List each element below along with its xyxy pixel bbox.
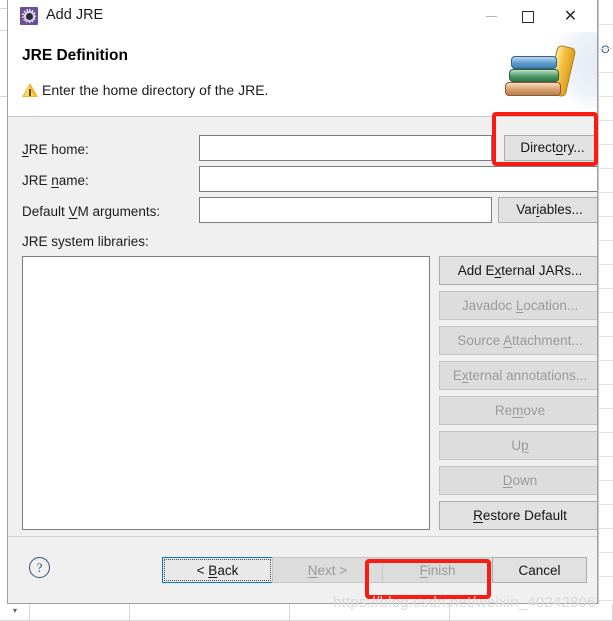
cancel-button[interactable]: Cancel xyxy=(492,557,587,583)
maximize-icon xyxy=(522,11,534,23)
jre-home-label: JRE home: xyxy=(22,142,89,157)
close-button[interactable]: ✕ xyxy=(551,0,596,31)
next-button[interactable]: Next > xyxy=(272,557,383,583)
dialog-titlebar: Add JRE ✕ xyxy=(8,0,597,32)
help-button[interactable]: ? xyxy=(29,557,50,578)
directory-button[interactable]: Directory... xyxy=(504,135,597,161)
background-window-bottom: ▾ xyxy=(0,604,613,621)
dialog-body: JRE home: Directory... JRE name: Default… xyxy=(8,117,597,536)
window-title: Add JRE xyxy=(46,7,104,23)
jre-name-input[interactable] xyxy=(199,166,597,192)
finish-button[interactable]: Finish xyxy=(382,557,493,583)
javadoc-location-button[interactable]: Javadoc Location... xyxy=(439,291,597,320)
page-title: JRE Definition xyxy=(22,47,128,64)
background-glyph: O xyxy=(601,44,610,56)
up-button[interactable]: Up xyxy=(439,431,597,460)
background-window-right: O xyxy=(598,0,613,621)
vm-arguments-label: Default VM arguments: xyxy=(22,204,161,219)
warning-triangle-icon xyxy=(22,83,38,98)
add-external-jars-button[interactable]: Add External JARs... xyxy=(439,256,597,285)
close-icon: ✕ xyxy=(563,8,578,25)
jre-home-input[interactable] xyxy=(199,135,492,161)
minimize-icon xyxy=(486,16,497,17)
maximize-button[interactable] xyxy=(506,0,551,31)
dialog-footer: ? < Back Next > Finish Cancel xyxy=(8,536,597,603)
jre-name-label: JRE name: xyxy=(22,173,89,188)
dialog-header: JRE Definition Enter the home directory … xyxy=(8,32,597,117)
restore-default-button[interactable]: Restore Default xyxy=(439,501,597,530)
add-jre-dialog: Add JRE ✕ JRE Definition Enter the home … xyxy=(7,0,598,604)
vm-arguments-input[interactable] xyxy=(199,197,492,223)
source-attachment-button[interactable]: Source Attachment... xyxy=(439,326,597,355)
jre-system-libraries-list[interactable] xyxy=(22,256,430,530)
external-annotations-button[interactable]: External annotations... xyxy=(439,361,597,390)
stack-of-books-icon xyxy=(505,42,579,104)
status-message: Enter the home directory of the JRE. xyxy=(42,82,269,98)
down-button[interactable]: Down xyxy=(439,466,597,495)
jre-cog-icon xyxy=(20,7,38,25)
screenshot-root: O ▾ Add JRE ✕ JRE Definition Enter the h… xyxy=(0,0,613,621)
back-button[interactable]: < Back xyxy=(162,557,273,583)
remove-button[interactable]: Remove xyxy=(439,396,597,425)
jre-system-libraries-label: JRE system libraries: xyxy=(22,234,149,249)
variables-button[interactable]: Variables... xyxy=(498,197,597,223)
